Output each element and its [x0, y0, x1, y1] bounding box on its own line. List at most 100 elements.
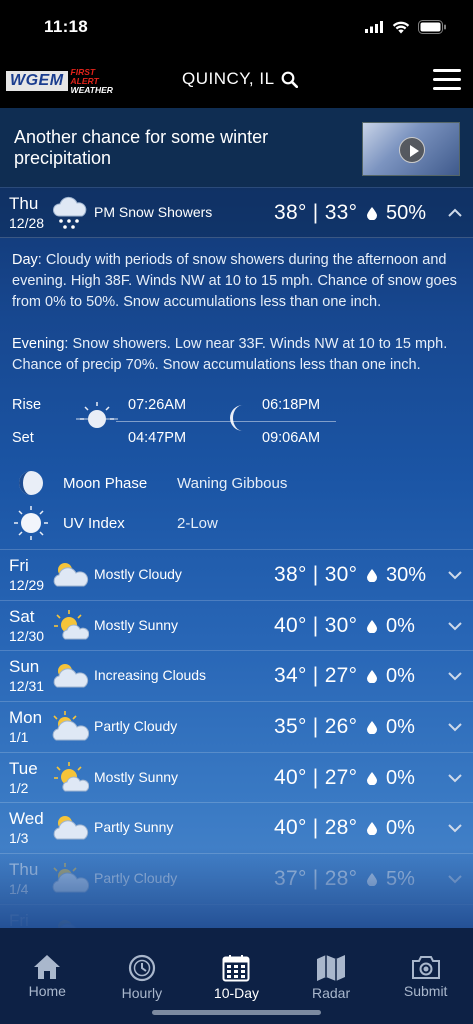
raindrop-icon — [367, 822, 377, 836]
snow-showers-icon — [53, 196, 87, 229]
status-time: 11:18 — [44, 17, 89, 36]
condition-text: Mostly Sunny — [94, 616, 179, 633]
uv-index-row: UV Index 2-Low — [12, 503, 461, 543]
mostly-sunny-icon — [54, 761, 89, 792]
day-name: Thu — [9, 860, 39, 880]
hamburger-menu-icon[interactable] — [433, 69, 461, 91]
day-name: Mon — [9, 708, 43, 728]
logo-line2: WEATHER — [70, 84, 113, 95]
chevron-up-icon[interactable] — [448, 206, 462, 220]
sun-moon-divider — [116, 421, 336, 422]
day-date: 12/28 — [9, 215, 45, 231]
high-temp: 40° — [274, 613, 307, 637]
day-date: 12/29 — [9, 577, 45, 593]
hi-lo-temps: 34° | 27° — [274, 664, 357, 688]
day-row[interactable]: Mon 1/1 Partly Cloudy 35° | 26° 0% — [0, 702, 473, 753]
day-name: Fri — [9, 556, 29, 575]
day-date: 12/30 — [9, 627, 45, 644]
low-temp: 28° — [324, 816, 358, 840]
chevron-down-icon[interactable] — [448, 872, 462, 886]
chevron-down-icon[interactable] — [448, 720, 462, 734]
day-row[interactable]: Wed 1/3 Partly Sunny 40° | 28° 0% — [0, 803, 473, 855]
condition-text: PM Snow Showers — [94, 204, 213, 220]
hi-lo-temps: 38° | 30° — [274, 563, 357, 587]
app-header: WGEM FIRST ALERT WEATHER QUINCY, IL — [0, 54, 473, 108]
evening-label-text: Evening — [12, 336, 65, 352]
forecast-list: Fri 12/29 Mostly Cloudy 38° | 30° 30% Sa… — [0, 549, 473, 928]
evening-description-text: : Snow showers. Low near 33F. Winds NW a… — [12, 336, 448, 373]
raindrop-icon — [367, 569, 377, 582]
low-temp: 27° — [324, 664, 358, 688]
moonset-time: 09:06AM — [262, 430, 321, 446]
tab-submit[interactable]: Submit — [378, 928, 473, 1024]
precip-chance: 50% — [386, 202, 427, 224]
sunset-time: 04:47PM — [128, 430, 187, 446]
high-temp: 38° — [274, 201, 307, 224]
condition-text: Increasing Clouds — [94, 667, 207, 684]
forecast-content[interactable]: Another chance for some winter precipita… — [0, 108, 473, 928]
home-indicator[interactable] — [152, 1010, 321, 1015]
moon-phase-value: Waning Gibbous — [177, 474, 288, 492]
low-temp: 26° — [324, 715, 358, 739]
low-temp: 30° — [324, 613, 358, 637]
day-label: Thu 12/28 — [9, 194, 55, 232]
tab-label: Radar — [312, 985, 351, 1001]
day-name: Thu — [9, 194, 39, 213]
clock-icon — [128, 954, 155, 982]
logo-line1: FIRST ALERT — [70, 66, 99, 86]
play-icon — [399, 137, 425, 163]
moon-phase-row: Moon Phase Waning Gibbous — [12, 463, 461, 503]
station-logo[interactable]: WGEM FIRST ALERT WEATHER — [6, 66, 122, 94]
partly-cloudy-icon — [52, 711, 89, 741]
day-row[interactable]: Thu 1/4 Partly Cloudy 37° | 28° 5% — [0, 854, 473, 905]
chevron-down-icon[interactable] — [448, 669, 462, 683]
news-story[interactable]: Another chance for some winter precipita… — [0, 108, 473, 188]
day-name: Sun — [9, 657, 40, 677]
day-label: Mon 1/1 — [9, 708, 55, 746]
high-temp: 40° — [274, 765, 307, 789]
logo-side: FIRST ALERT WEATHER — [68, 66, 122, 94]
day-label: Sat 12/30 — [9, 607, 55, 645]
status-icons — [365, 20, 447, 34]
day-row[interactable]: Fri — [0, 905, 473, 928]
chevron-down-icon[interactable] — [448, 821, 462, 835]
partly-cloudy-icon — [52, 863, 89, 893]
condition-text: Partly Sunny — [94, 819, 174, 836]
day-row[interactable]: Sun 12/31 Increasing Clouds 34° | 27° 0% — [0, 651, 473, 703]
video-thumbnail[interactable] — [362, 122, 460, 176]
day-row[interactable]: Tue 1/2 Mostly Sunny 40° | 27° 0% — [0, 753, 473, 804]
high-temp: 37° — [274, 867, 307, 891]
temp-divider: | — [306, 613, 325, 637]
hi-lo-temps: 40° | 30° — [274, 614, 357, 638]
precip-chance: 0% — [386, 766, 415, 789]
hi-lo-temps: 38° | 33° — [274, 201, 357, 225]
day-label: Sun 12/31 — [9, 657, 55, 695]
day-name: Sat — [9, 606, 35, 626]
uv-sun-icon — [14, 506, 48, 540]
day-row[interactable]: Sat 12/30 Mostly Sunny 40° | 30° 0% — [0, 601, 473, 652]
low-temp: 30° — [324, 563, 358, 586]
location-selector[interactable]: QUINCY, IL — [182, 69, 298, 89]
precip-chance: 0% — [386, 716, 415, 739]
tab-home[interactable]: Home — [0, 928, 95, 1024]
day-date: 1/1 — [9, 729, 29, 746]
day-label: Thu 1/4 — [9, 860, 55, 898]
day-description: Day: Cloudy with periods of snow showers… — [12, 250, 461, 313]
raindrop-icon — [367, 873, 377, 887]
wifi-icon — [392, 21, 410, 33]
chevron-down-icon[interactable] — [448, 771, 462, 785]
temp-divider: | — [306, 816, 325, 840]
hi-lo-temps: 40° | 28° — [274, 816, 357, 840]
high-temp: 40° — [274, 816, 307, 840]
day-row-today[interactable]: Thu 12/28 PM Snow Showers 38° | 33° 50% — [0, 188, 473, 238]
temp-divider: | — [306, 715, 325, 739]
chevron-down-icon[interactable] — [448, 568, 462, 582]
chevron-down-icon[interactable] — [448, 619, 462, 633]
partly-sunny-icon — [53, 816, 89, 840]
precip-chance: 0% — [386, 665, 415, 688]
temp-divider: | — [306, 867, 325, 891]
moon-icon — [230, 405, 243, 431]
day-row[interactable]: Fri 12/29 Mostly Cloudy 38° | 30° 30% — [0, 550, 473, 601]
tab-label: 10-Day — [213, 985, 260, 1001]
day-name: Fri — [9, 910, 29, 928]
